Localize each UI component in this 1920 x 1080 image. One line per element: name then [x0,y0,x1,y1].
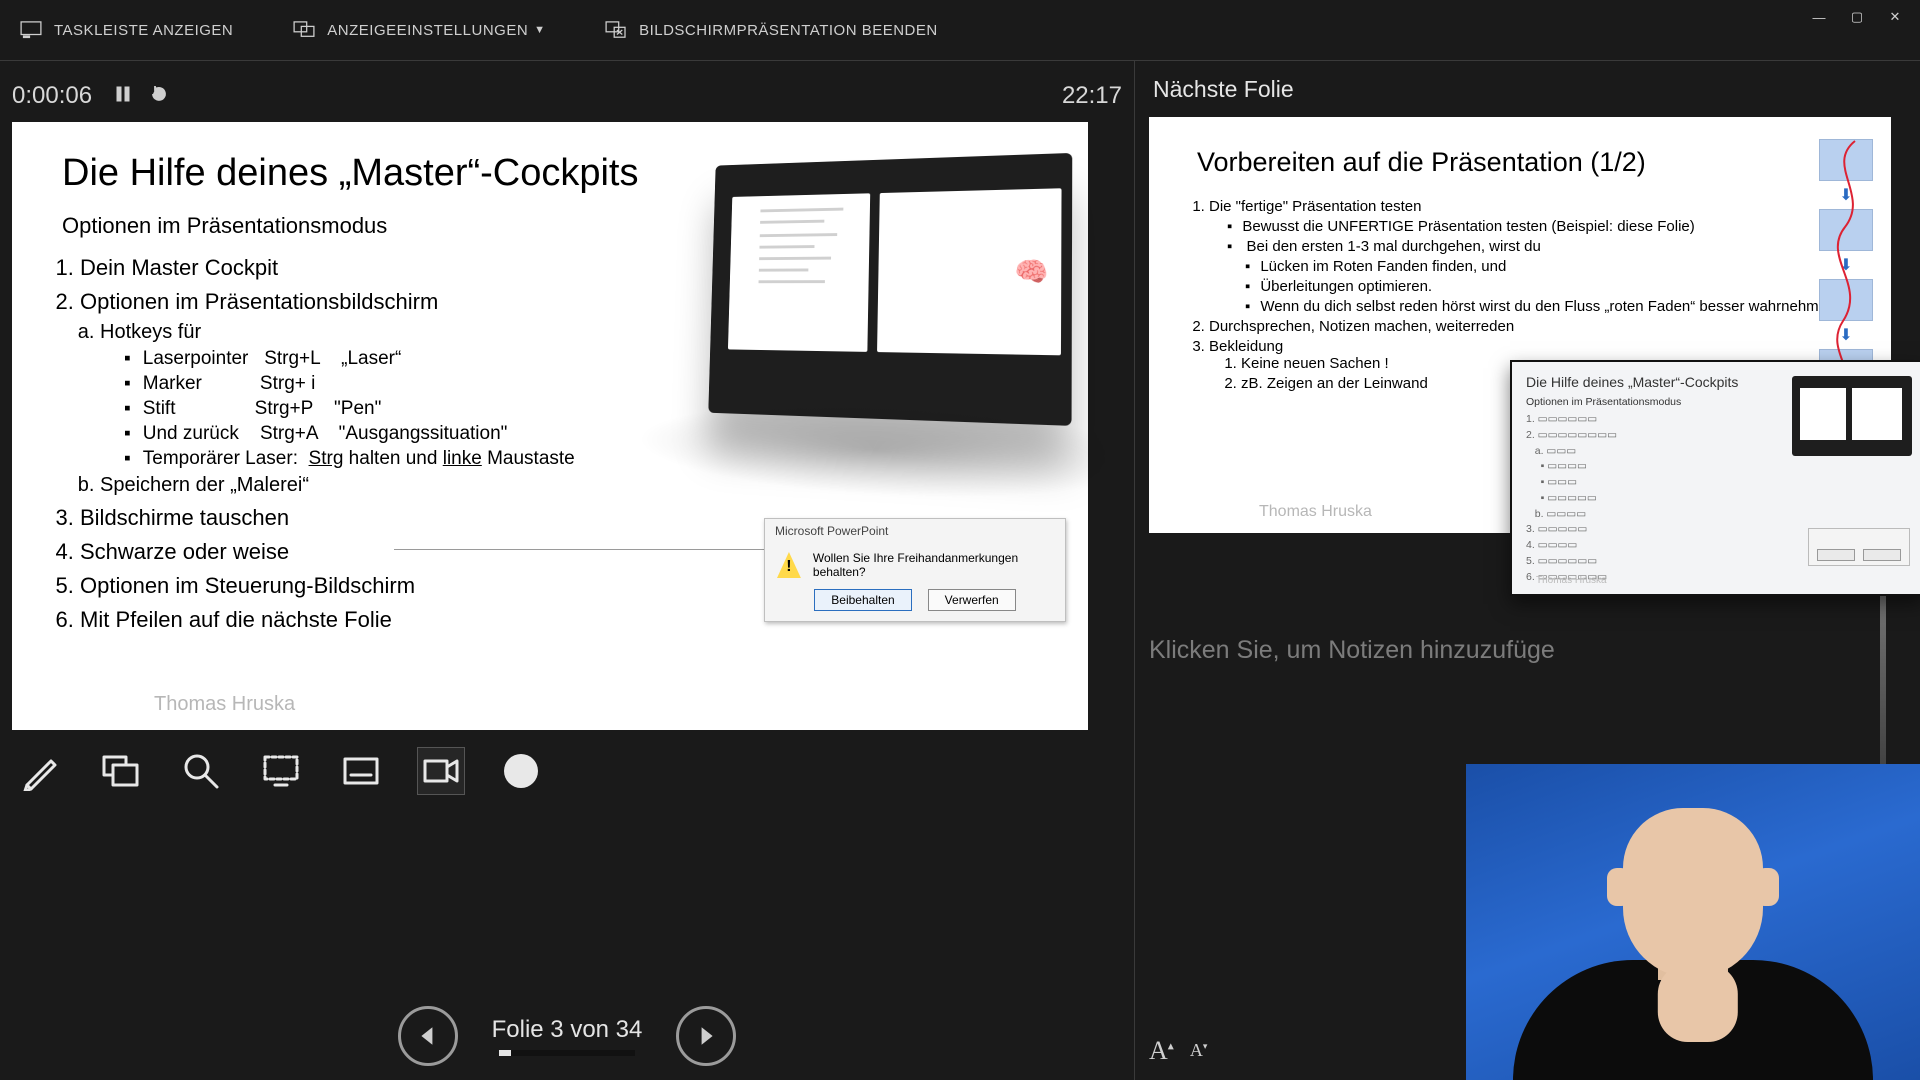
wall-clock: 22:17 [1062,82,1122,110]
reset-icon [150,85,168,103]
current-slide[interactable]: Die Hilfe deines „Master“-Cockpits Optio… [12,122,1088,730]
see-all-slides-button[interactable] [98,748,144,794]
monitor-illustration: 🧠 [708,153,1072,426]
grid-icon [101,751,141,791]
more-options-button[interactable] [498,748,544,794]
end-show-icon [605,21,627,39]
window-controls: — ▢ ✕ [1800,6,1914,28]
list-item: Bewusst die UNFERTIGE Präsentation teste… [1227,218,1851,235]
next-slide-header: Nächste Folie [1153,76,1906,103]
warning-icon: ! [777,552,801,578]
chevron-down-icon: ▼ [534,24,545,36]
dialog-text: Wollen Sie Ihre Freihandanmerkungen beha… [813,551,1053,579]
slide-navigation: Folie 3 von 34 [0,1006,1134,1066]
black-screen-icon [261,751,301,791]
keep-ink-button[interactable]: Beibehalten [814,589,911,611]
minimize-button[interactable]: — [1800,6,1838,28]
next-slide-title: Vorbereiten auf die Präsentation (1/2) [1197,147,1851,178]
show-taskbar-button[interactable]: TASKLEISTE ANZEIGEN [20,21,233,39]
more-icon [501,751,541,791]
camera-icon [421,751,461,791]
elapsed-time: 0:00:06 [12,82,92,110]
taskbar-icon [20,21,42,39]
dialog-title: Microsoft PowerPoint [765,519,1065,543]
list-item: Durchsprechen, Notizen machen, weiterred… [1209,318,1851,335]
pip-current-slide: Die Hilfe deines „Master“-Cockpits Optio… [1510,360,1920,596]
flow-diagram: ⬇ ⬇ ⬇ [1819,139,1873,391]
discard-ink-button[interactable]: Verwerfen [928,589,1016,611]
display-settings-button[interactable]: ANZEIGEEINSTELLUNGEN ▼ [293,21,545,39]
maximize-button[interactable]: ▢ [1838,6,1876,28]
next-slide-footer: Thomas Hruska [1259,503,1372,521]
subtitle-button[interactable] [338,748,384,794]
magnifier-icon [181,751,221,791]
camera-button[interactable] [418,748,464,794]
notes-font-controls: A▴ A▾ [1149,1036,1207,1066]
end-slideshow-label: BILDSCHIRMPRÄSENTATION BEENDEN [639,22,938,39]
slide-counter: Folie 3 von 34 [492,1016,643,1044]
notes-area[interactable]: Klicken Sie, um Notizen hinzuzufüge [1149,636,1906,665]
list-item: Wenn du dich selbst reden hörst wirst du… [1245,298,1851,315]
pen-tool-button[interactable] [18,748,64,794]
chevron-left-icon [417,1025,439,1047]
next-slide-button[interactable] [676,1006,736,1066]
pen-icon [21,751,61,791]
show-taskbar-label: TASKLEISTE ANZEIGEN [54,22,233,39]
list-item: Lücken im Roten Fanden finden, und [1245,258,1851,275]
pause-timer-button[interactable] [114,85,132,108]
close-button[interactable]: ✕ [1876,6,1914,28]
next-slide-pane: Nächste Folie Vorbereiten auf die Präsen… [1135,60,1920,1080]
list-item: Bei den ersten 1-3 mal durchgehen, wirst… [1227,238,1851,315]
list-item: Überleitungen optimieren. [1245,278,1851,295]
zoom-button[interactable] [178,748,224,794]
callout-line [394,549,784,550]
display-settings-icon [293,21,315,39]
ink-annotation-dialog: Microsoft PowerPoint ! Wollen Sie Ihre F… [764,518,1066,622]
timer-row: 0:00:06 22:17 [12,80,1122,112]
list-item: Die "fertige" Präsentation testen Bewuss… [1209,198,1851,315]
end-slideshow-button[interactable]: BILDSCHIRMPRÄSENTATION BEENDEN [605,21,938,39]
previous-slide-button[interactable] [398,1006,458,1066]
webcam-feed[interactable] [1466,764,1920,1080]
presenter-tools [18,748,1122,794]
reset-timer-button[interactable] [150,85,168,108]
subtitle-icon [341,751,381,791]
slide-footer: Thomas Hruska [154,693,295,716]
display-settings-label: ANZEIGEEINSTELLUNGEN [327,22,528,39]
slide-progress-bar[interactable] [499,1050,635,1056]
current-slide-pane: 0:00:06 22:17 Die Hilfe deines „Master“-… [0,60,1135,1080]
presenter-toolbar: TASKLEISTE ANZEIGEN ANZEIGEEINSTELLUNGEN… [0,0,1920,61]
pause-icon [114,85,132,103]
brain-icon: 🧠 [1014,255,1048,287]
chevron-right-icon [695,1025,717,1047]
decrease-font-button[interactable]: A▾ [1190,1040,1208,1070]
increase-font-button[interactable]: A▴ [1149,1036,1174,1066]
black-screen-button[interactable] [258,748,304,794]
presenter-main: 0:00:06 22:17 Die Hilfe deines „Master“-… [0,60,1920,1080]
